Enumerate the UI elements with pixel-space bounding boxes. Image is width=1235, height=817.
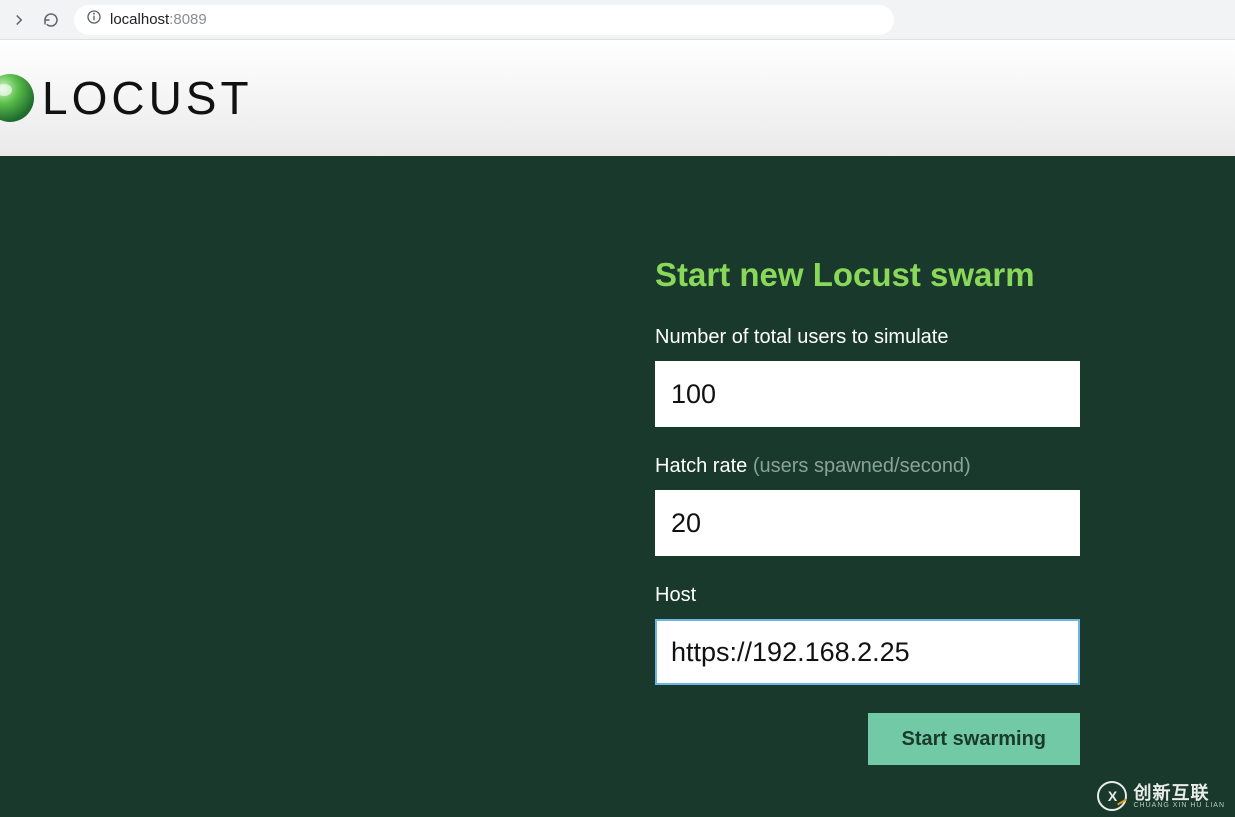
watermark-subtext: CHUANG XIN HU LIAN (1133, 802, 1225, 809)
logo-icon (0, 72, 36, 124)
reload-icon[interactable] (42, 11, 60, 29)
start-swarming-button[interactable]: Start swarming (868, 713, 1080, 765)
swarm-form: Start new Locust swarm Number of total u… (655, 256, 1080, 765)
host-input[interactable] (655, 619, 1080, 685)
browser-toolbar: localhost:8089 (0, 0, 1235, 40)
logo: LOCUST (0, 71, 253, 125)
watermark-text: 创新互联 (1133, 784, 1225, 802)
forward-icon[interactable] (10, 11, 28, 29)
form-title: Start new Locust swarm (655, 256, 1080, 294)
users-label: Number of total users to simulate (655, 326, 1080, 349)
main-content: Start new Locust swarm Number of total u… (0, 156, 1235, 817)
host-label: Host (655, 584, 1080, 607)
hatch-rate-label: Hatch rate (users spawned/second) (655, 455, 1080, 478)
watermark: X 创新互联 CHUANG XIN HU LIAN (1097, 781, 1225, 811)
app-header: LOCUST (0, 40, 1235, 156)
info-icon (86, 9, 102, 30)
url-text: localhost:8089 (110, 11, 207, 28)
hatch-rate-input[interactable] (655, 490, 1080, 556)
users-input[interactable] (655, 361, 1080, 427)
watermark-icon: X (1097, 781, 1127, 811)
logo-text: LOCUST (42, 71, 253, 125)
address-bar[interactable]: localhost:8089 (74, 5, 894, 35)
